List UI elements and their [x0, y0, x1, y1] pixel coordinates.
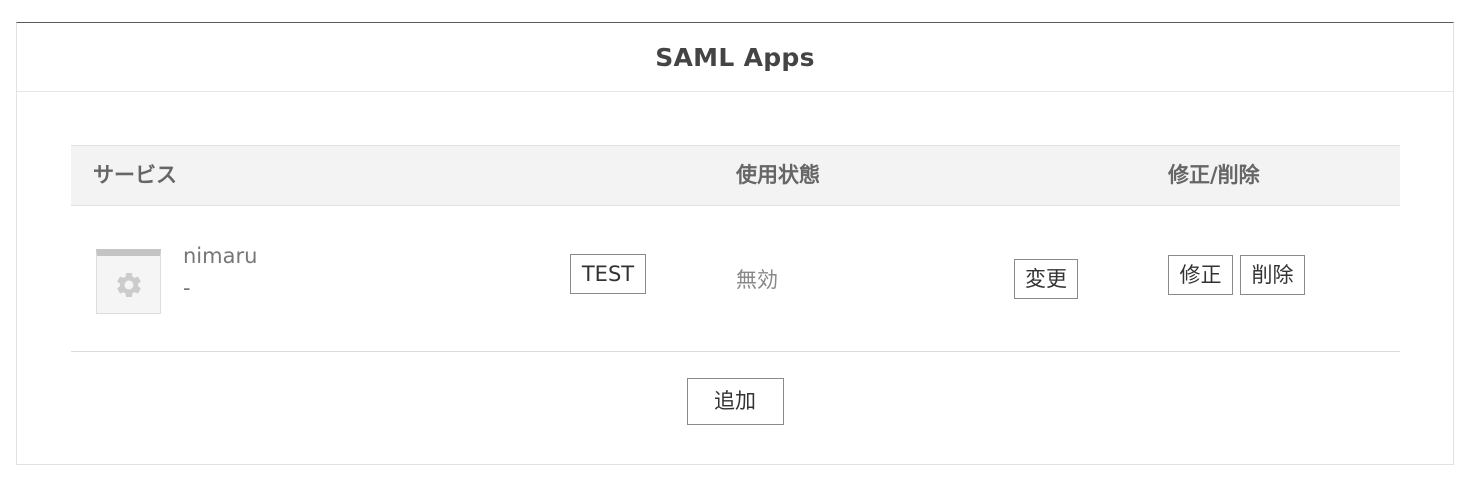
table-row: nimaru - TEST 無効 変更 修正 削除 — [71, 206, 1400, 352]
saml-apps-panel: SAML Apps サービス 使用状態 修正/削除 nimaru - TEST … — [16, 22, 1454, 465]
status-text: 無効 — [736, 268, 778, 292]
app-icon — [96, 249, 161, 314]
add-button[interactable]: 追加 — [686, 378, 784, 425]
column-header-service: サービス — [93, 163, 177, 187]
panel-header: SAML Apps — [17, 23, 1453, 92]
column-header-edit-delete: 修正/削除 — [1168, 163, 1260, 187]
saml-apps-table: サービス 使用状態 修正/削除 nimaru - TEST 無効 変更 修正 削… — [71, 145, 1400, 352]
add-button-wrap: 追加 — [17, 378, 1453, 425]
panel-title: SAML Apps — [655, 42, 815, 72]
table-header: サービス 使用状態 修正/削除 — [71, 145, 1400, 206]
edit-button[interactable]: 修正 — [1168, 255, 1233, 295]
app-subtitle: - — [183, 276, 191, 300]
change-status-button[interactable]: 変更 — [1014, 259, 1078, 299]
gear-icon — [114, 270, 144, 300]
app-name: nimaru — [183, 244, 258, 268]
delete-button[interactable]: 削除 — [1240, 255, 1305, 295]
test-button[interactable]: TEST — [570, 254, 646, 294]
column-header-status: 使用状態 — [736, 163, 820, 187]
